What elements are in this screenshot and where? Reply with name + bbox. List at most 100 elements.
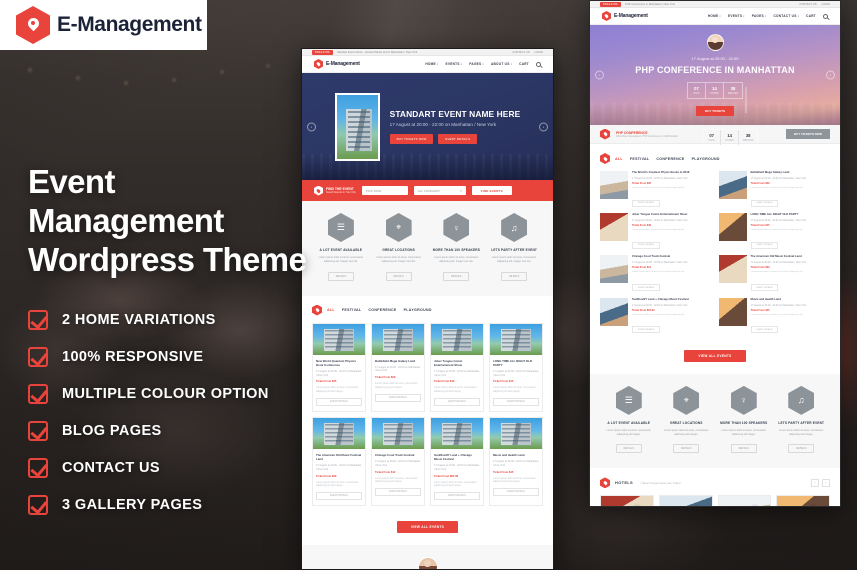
nav-item-pages[interactable]: PAGES xyxy=(469,62,484,66)
event-details-button[interactable]: EVENT DETAILS xyxy=(632,284,660,292)
theme-preview-center[interactable]: BREAKING Standart Event Name - Festival … xyxy=(301,48,554,570)
event-details-button[interactable]: EVENT DETAILS xyxy=(632,326,660,334)
service-card[interactable]: ☰ A LOT EVENT AVAILABLE Lorem ipsum dolo… xyxy=(315,213,367,282)
nav-item-pages[interactable]: PAGES xyxy=(752,14,767,18)
event-details-button[interactable]: EVENT DETAILS xyxy=(750,241,779,249)
hero-next-button[interactable]: › xyxy=(826,70,835,80)
event-details-button[interactable]: EVENT DETAILS xyxy=(493,397,539,406)
hotel-card[interactable]: New Jersey Palace Hotel★★★★Lorem ipsum d… xyxy=(717,495,772,506)
nav-item-cart[interactable]: CART xyxy=(519,62,529,66)
search-icon[interactable] xyxy=(536,61,541,67)
event-details-button[interactable]: EVENT DETAILS xyxy=(375,487,421,496)
hotels-prev-button[interactable]: ‹ xyxy=(811,478,819,487)
hero-prev-button[interactable]: ‹ xyxy=(307,122,316,131)
topbar-login-link[interactable]: LOGIN xyxy=(535,51,543,54)
topbar-contact-link[interactable]: CONTACT US xyxy=(512,51,529,54)
event-details-button[interactable]: EVENT DETAILS xyxy=(493,487,539,496)
service-card[interactable]: ☰ A LOT EVENT AVAILABLE Lorem ipsum dolo… xyxy=(603,385,655,455)
list-item[interactable]: The World's Greatest Physic Books in 201… xyxy=(600,170,712,208)
service-card[interactable]: ♀ MORE THAN 100 SPEAKERS Lorem ipsum dol… xyxy=(718,385,770,455)
event-details-button[interactable]: EVENT DETAILS xyxy=(438,134,478,144)
service-details-button[interactable]: DETAILS xyxy=(443,271,470,281)
hotels-next-button[interactable]: › xyxy=(822,478,830,487)
service-details-button[interactable]: DETAILS xyxy=(615,444,642,454)
nav-item-about[interactable]: ABOUT US xyxy=(491,62,512,66)
service-details-button[interactable]: DETAILS xyxy=(730,444,757,454)
event-card[interactable]: Music and Health Land 17 August at 20:00 … xyxy=(489,416,543,507)
service-card[interactable]: ⌖ GREAT LOCATIONS Lorem ipsum dolor sit … xyxy=(373,213,425,282)
filter-all[interactable]: ALL xyxy=(615,157,623,161)
view-all-events-button[interactable]: VIEW ALL EVENTS xyxy=(684,349,746,362)
filter-all[interactable]: ALL xyxy=(327,308,335,312)
event-card[interactable]: SunRiseNY Land + Chicago Music Festival 1… xyxy=(430,416,484,507)
event-card[interactable]: Chicago Food Truck Festival 17 August at … xyxy=(371,416,425,507)
list-item[interactable]: LONG TIME ALL NIGHT OLD PARTY 17 August a… xyxy=(718,212,831,250)
event-details-button[interactable]: EVENT DETAILS xyxy=(375,393,421,402)
service-card[interactable]: ♫ LETS PARTY AFTER EVENT Lorem ipsum dol… xyxy=(775,385,827,455)
hero-prev-button[interactable]: ‹ xyxy=(595,70,604,80)
service-details-button[interactable]: DETAILS xyxy=(673,444,700,454)
date-picker-input[interactable]: PICK DATE xyxy=(361,186,408,195)
nav-menu[interactable]: HOME EVENTS PAGES CONTACT US CART xyxy=(708,13,828,19)
event-details-button[interactable]: EVENT DETAILS xyxy=(434,492,480,501)
buy-tickets-now-button[interactable]: BUY TICKETS NOW xyxy=(785,129,830,139)
category-select[interactable]: ALL CATEGORY ▾ xyxy=(413,186,466,195)
portfolio-filters[interactable]: ALL FESTIVAL CONFERENCE PLAYGROUND xyxy=(615,157,720,161)
nav-menu[interactable]: HOME EVENTS PAGES ABOUT US CART xyxy=(425,61,541,67)
list-item[interactable]: SunRiseNY Land + Chicago Music Festival 1… xyxy=(600,297,712,335)
nav-logo[interactable]: E-Management xyxy=(314,59,360,69)
find-events-button[interactable]: FIND EVENTS xyxy=(471,186,512,195)
nav-item-home[interactable]: HOME xyxy=(425,62,438,66)
list-item[interactable]: Battlefield Mega Galaxy Land 17 August at… xyxy=(718,170,831,208)
nav-logo[interactable]: E-Management xyxy=(602,11,648,21)
filter-playground[interactable]: PLAYGROUND xyxy=(404,308,432,312)
hotel-card[interactable]: Queens Business Suites★★★★★Lorem ipsum d… xyxy=(776,495,830,506)
nav-item-home[interactable]: HOME xyxy=(708,14,721,18)
nav-item-events[interactable]: EVENTS xyxy=(728,14,745,18)
event-details-button[interactable]: EVENT DETAILS xyxy=(750,199,779,207)
event-details-button[interactable]: EVENT DETAILS xyxy=(316,397,362,406)
list-item[interactable]: Music and Health Land 17 August at 20:00 … xyxy=(718,297,831,335)
list-item[interactable]: Joker Tongue Comic Entertainment Show 17 … xyxy=(600,212,712,250)
portfolio-filters[interactable]: ALL FESTIVAL CONFERENCE PLAYGROUND xyxy=(327,308,432,312)
event-details-button[interactable]: EVENT DETAILS xyxy=(750,326,779,334)
buy-tickets-button[interactable]: BUY TICKETS xyxy=(696,105,734,116)
event-details-button[interactable]: EVENT DETAILS xyxy=(632,199,660,207)
topbar-links[interactable]: CONTACT US LOGIN xyxy=(512,51,543,54)
nav-item-contact[interactable]: CONTACT US xyxy=(773,14,799,18)
service-card[interactable]: ♫ LETS PARTY AFTER EVENT Lorem ipsum dol… xyxy=(488,213,540,282)
search-icon[interactable] xyxy=(823,13,828,19)
topbar-contact-link[interactable]: CONTACT US xyxy=(799,3,816,6)
service-card[interactable]: ♀ MORE THAN 100 SPEAKERS Lorem ipsum dol… xyxy=(430,213,482,282)
nav-item-events[interactable]: EVENTS xyxy=(445,62,462,66)
buy-tickets-button[interactable]: BUY TICKETS NOW xyxy=(389,134,434,144)
service-details-button[interactable]: DETAILS xyxy=(501,271,528,281)
hotel-card[interactable]: Manhattan Hotel & Spa★★★★Lorem ipsum dol… xyxy=(600,495,654,506)
theme-preview-right[interactable]: BREAKING PHP Conference in Manhattan / N… xyxy=(589,0,841,507)
event-details-button[interactable]: EVENT DETAILS xyxy=(750,284,779,292)
nav-item-cart[interactable]: CART xyxy=(806,14,816,18)
service-details-button[interactable]: DETAILS xyxy=(385,271,412,281)
event-details-button[interactable]: EVENT DETAILS xyxy=(434,397,480,406)
event-card[interactable]: LONG TIME ALL NIGHT OLD PARTY 17 August a… xyxy=(489,322,543,412)
event-card[interactable]: Battlefield Mega Galaxy Land 17 August at… xyxy=(371,322,425,412)
filter-playground[interactable]: PLAYGROUND xyxy=(692,157,720,161)
view-all-events-button[interactable]: VIEW ALL EVENTS xyxy=(396,521,459,534)
service-details-button[interactable]: DETAILS xyxy=(788,444,815,454)
event-card[interactable]: New World Quantum Physics Book Conferenc… xyxy=(312,322,366,412)
filter-festival[interactable]: FESTIVAL xyxy=(342,308,362,312)
list-item[interactable]: Chicago Food Truck Festival 17 August at … xyxy=(600,254,712,292)
filter-conference[interactable]: CONFERENCE xyxy=(656,157,684,161)
service-card[interactable]: ⌖ GREAT LOCATIONS Lorem ipsum dolor sit … xyxy=(660,385,712,455)
topbar-login-link[interactable]: LOGIN xyxy=(822,3,830,6)
event-details-button[interactable]: EVENT DETAILS xyxy=(316,492,362,501)
hotel-card[interactable]: Brooklyn Grand Bay Resort★★★★Lorem ipsum… xyxy=(658,495,713,506)
event-card[interactable]: Joker Tongue Comic Entertainment Show 17 … xyxy=(430,322,484,412)
hotels-carousel-nav[interactable]: ‹ › xyxy=(811,478,830,487)
filter-conference[interactable]: CONFERENCE xyxy=(368,308,396,312)
event-details-button[interactable]: EVENT DETAILS xyxy=(632,241,660,249)
topbar-links[interactable]: CONTACT US LOGIN xyxy=(799,3,830,6)
filter-festival[interactable]: FESTIVAL xyxy=(630,157,650,161)
service-details-button[interactable]: DETAILS xyxy=(327,271,354,281)
event-card[interactable]: The American Old Music Festival Land 17 A… xyxy=(312,416,366,507)
